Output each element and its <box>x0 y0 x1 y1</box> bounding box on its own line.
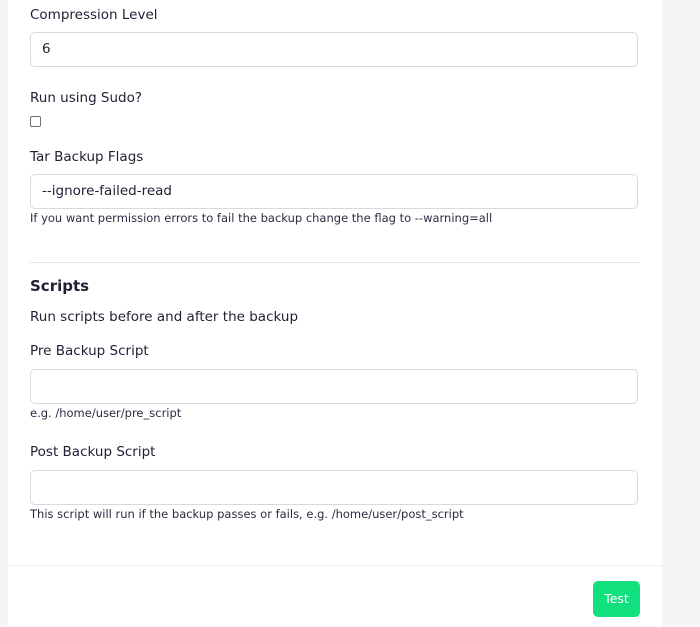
compression-level-label: Compression Level <box>30 7 158 23</box>
run-sudo-label: Run using Sudo? <box>30 90 143 106</box>
run-sudo-checkbox[interactable] <box>30 116 41 127</box>
post-backup-script-input[interactable] <box>30 470 638 505</box>
tar-flags-hint: If you want permission errors to fail th… <box>30 211 493 225</box>
test-button[interactable]: Test <box>593 581 640 617</box>
pre-backup-script-label: Pre Backup Script <box>30 343 149 359</box>
pre-backup-script-input[interactable] <box>30 369 638 404</box>
footer-divider <box>8 565 662 566</box>
tar-flags-label: Tar Backup Flags <box>30 149 144 165</box>
scripts-description: Run scripts before and after the backup <box>30 309 299 325</box>
tar-flags-input[interactable]: --ignore-failed-read <box>30 174 638 209</box>
scripts-section-title: Scripts <box>30 277 90 295</box>
post-backup-script-label: Post Backup Script <box>30 444 156 460</box>
pre-backup-script-hint: e.g. /home/user/pre_script <box>30 406 182 420</box>
post-backup-script-hint: This script will run if the backup passe… <box>30 507 464 521</box>
settings-card: Compression Level 6 Run using Sudo? Tar … <box>8 0 662 627</box>
section-divider <box>30 262 640 263</box>
compression-level-input[interactable]: 6 <box>30 32 638 67</box>
